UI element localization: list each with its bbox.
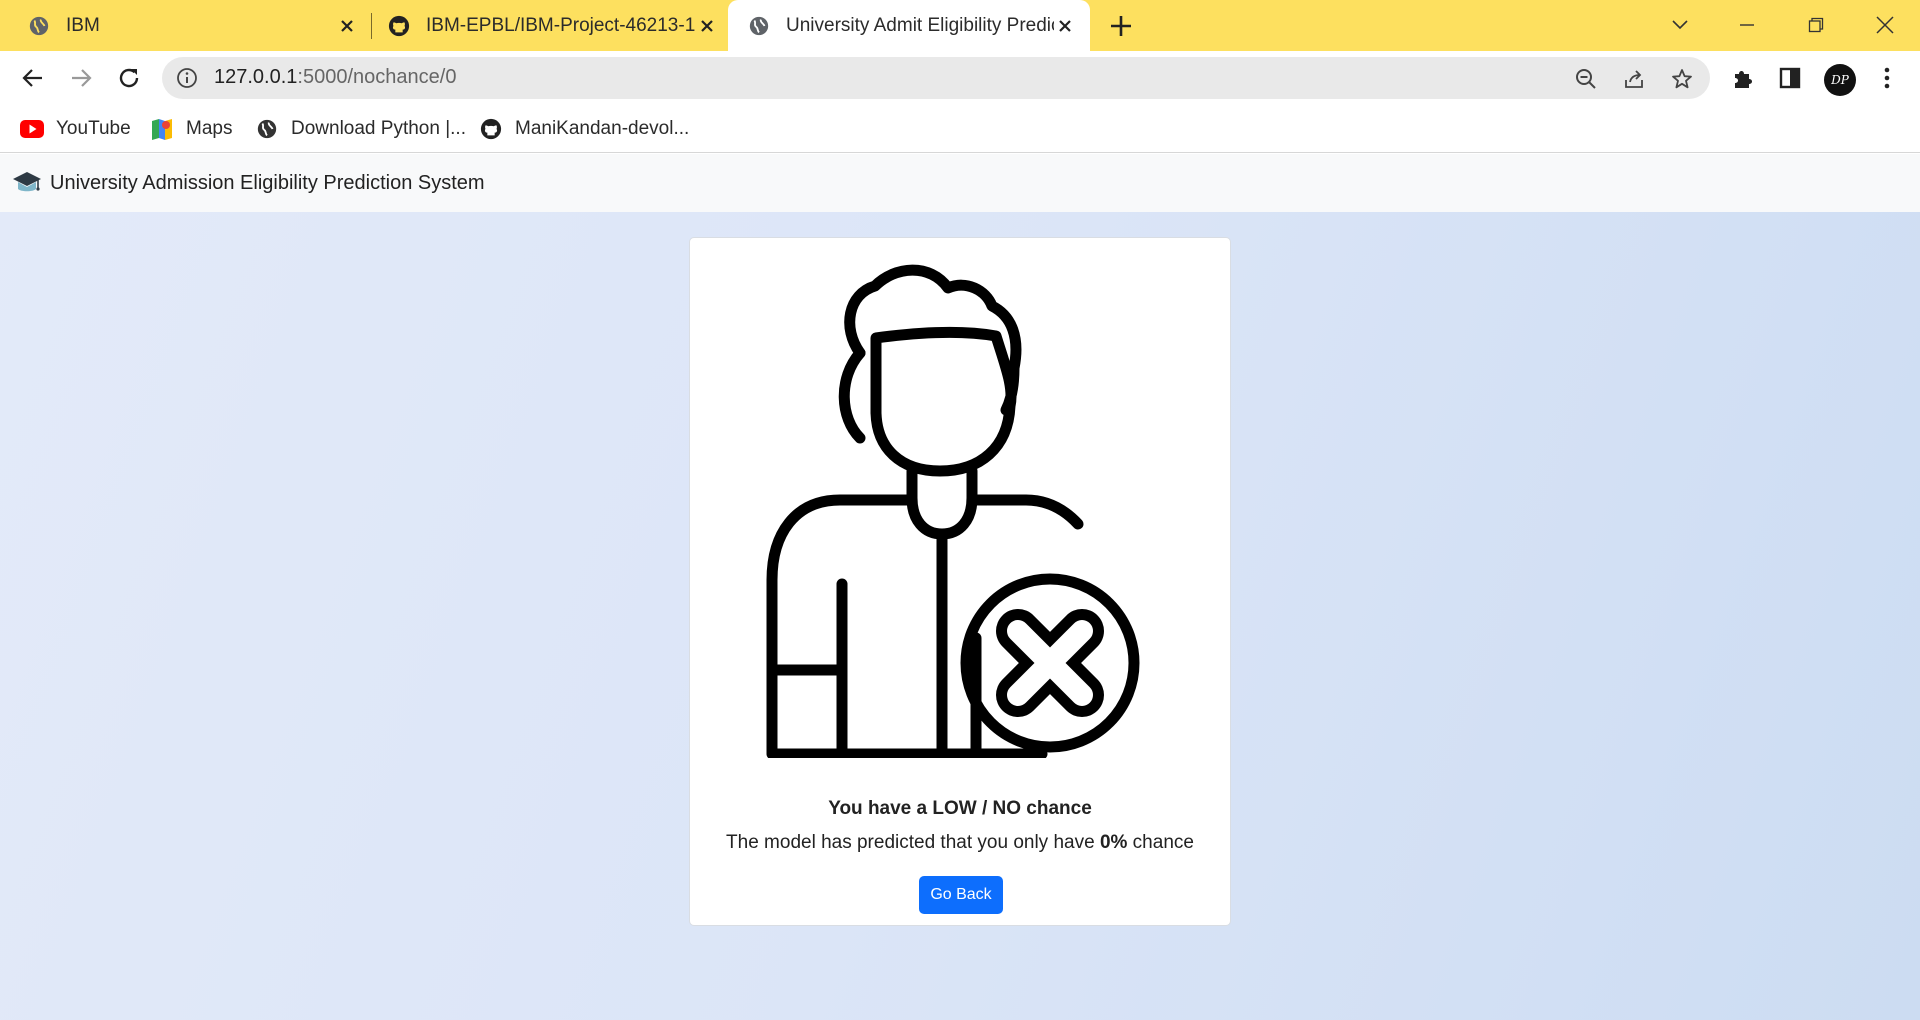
url-text[interactable]: 127.0.0.1:5000/nochance/0: [214, 66, 456, 89]
browser-tab-strip: IBM IBM-EPBL/IBM-Project-46213-16 Univer…: [0, 0, 1920, 51]
bookmark-manikandan[interactable]: ManiKandan-devol...: [479, 115, 689, 143]
close-icon[interactable]: [1054, 15, 1076, 37]
go-back-button[interactable]: Go Back: [919, 876, 1003, 914]
maps-icon: [150, 117, 174, 141]
bookmark-label: Download Python |...: [291, 118, 466, 139]
site-info-icon[interactable]: [176, 67, 198, 89]
url-host: 127.0.0.1: [214, 66, 298, 88]
new-tab-icon[interactable]: [1108, 13, 1134, 39]
globe-icon: [255, 117, 279, 141]
bookmark-label: ManiKandan-devol...: [515, 118, 690, 139]
url-path: :5000/nochance/0: [297, 66, 457, 88]
chance-value: 0%: [1099, 832, 1128, 853]
tab-title: IBM-EPBL/IBM-Project-46213-16: [426, 14, 696, 36]
github-icon: [388, 15, 410, 36]
minimize-icon[interactable]: [1732, 10, 1762, 40]
graduation-cap-icon: [13, 172, 41, 192]
brand-title: University Admission Eligibility Predict…: [50, 171, 485, 194]
globe-icon: [749, 16, 769, 35]
navbar-brand[interactable]: University Admission Eligibility Predict…: [12, 170, 485, 196]
bookmark-label: Maps: [186, 118, 233, 139]
bookmark-label: YouTube: [56, 118, 131, 139]
profile-avatar[interactable]: DP: [1824, 64, 1856, 96]
page-viewport: University Admission Eligibility Predict…: [0, 154, 1920, 1020]
menu-icon[interactable]: [1874, 65, 1900, 91]
zoom-out-icon[interactable]: [1574, 67, 1598, 91]
bookmark-star-icon[interactable]: [1670, 67, 1694, 91]
forward-icon[interactable]: [66, 63, 96, 93]
tab-university-admit[interactable]: University Admit Eligibility Predic: [728, 0, 1090, 51]
message-suffix: chance: [1127, 832, 1194, 853]
youtube-icon: [20, 117, 44, 141]
message-prefix: The model has predicted that you only ha…: [726, 832, 1100, 853]
github-icon: [479, 117, 503, 141]
share-icon[interactable]: [1622, 67, 1646, 91]
tab-separator: [371, 13, 372, 39]
close-window-icon[interactable]: [1870, 10, 1900, 40]
tab-title: IBM: [66, 14, 100, 36]
bookmark-maps[interactable]: Maps: [150, 115, 232, 143]
extensions-icon[interactable]: [1730, 65, 1756, 91]
rejected-person-illustration: [766, 264, 1140, 758]
bookmarks-bar: YouTube Maps Download Python |... ManiKa…: [0, 105, 1920, 153]
close-icon[interactable]: [696, 15, 718, 37]
tab-title: University Admit Eligibility Predic: [786, 14, 1054, 36]
back-icon[interactable]: [18, 63, 48, 93]
bookmark-youtube[interactable]: YouTube: [20, 115, 131, 143]
side-panel-icon[interactable]: [1777, 65, 1803, 91]
reload-icon[interactable]: [114, 63, 144, 93]
restore-icon[interactable]: [1801, 10, 1831, 40]
globe-icon: [29, 16, 49, 35]
tab-search-icon[interactable]: [1665, 10, 1695, 40]
close-icon[interactable]: [336, 15, 358, 37]
result-headline: You have a LOW / NO chance: [828, 798, 1092, 819]
bookmark-download-python[interactable]: Download Python |...: [255, 115, 466, 143]
result-card: You have a LOW / NO chance The model has…: [689, 237, 1231, 926]
tab-github-project[interactable]: IBM-EPBL/IBM-Project-46213-16: [388, 0, 718, 51]
tab-ibm[interactable]: IBM: [28, 0, 358, 51]
address-bar[interactable]: 127.0.0.1:5000/nochance/0: [162, 57, 1710, 99]
result-message: The model has predicted that you only ha…: [690, 832, 1230, 854]
browser-toolbar: 127.0.0.1:5000/nochance/0 DP: [0, 51, 1920, 105]
app-navbar: University Admission Eligibility Predict…: [0, 154, 1920, 212]
